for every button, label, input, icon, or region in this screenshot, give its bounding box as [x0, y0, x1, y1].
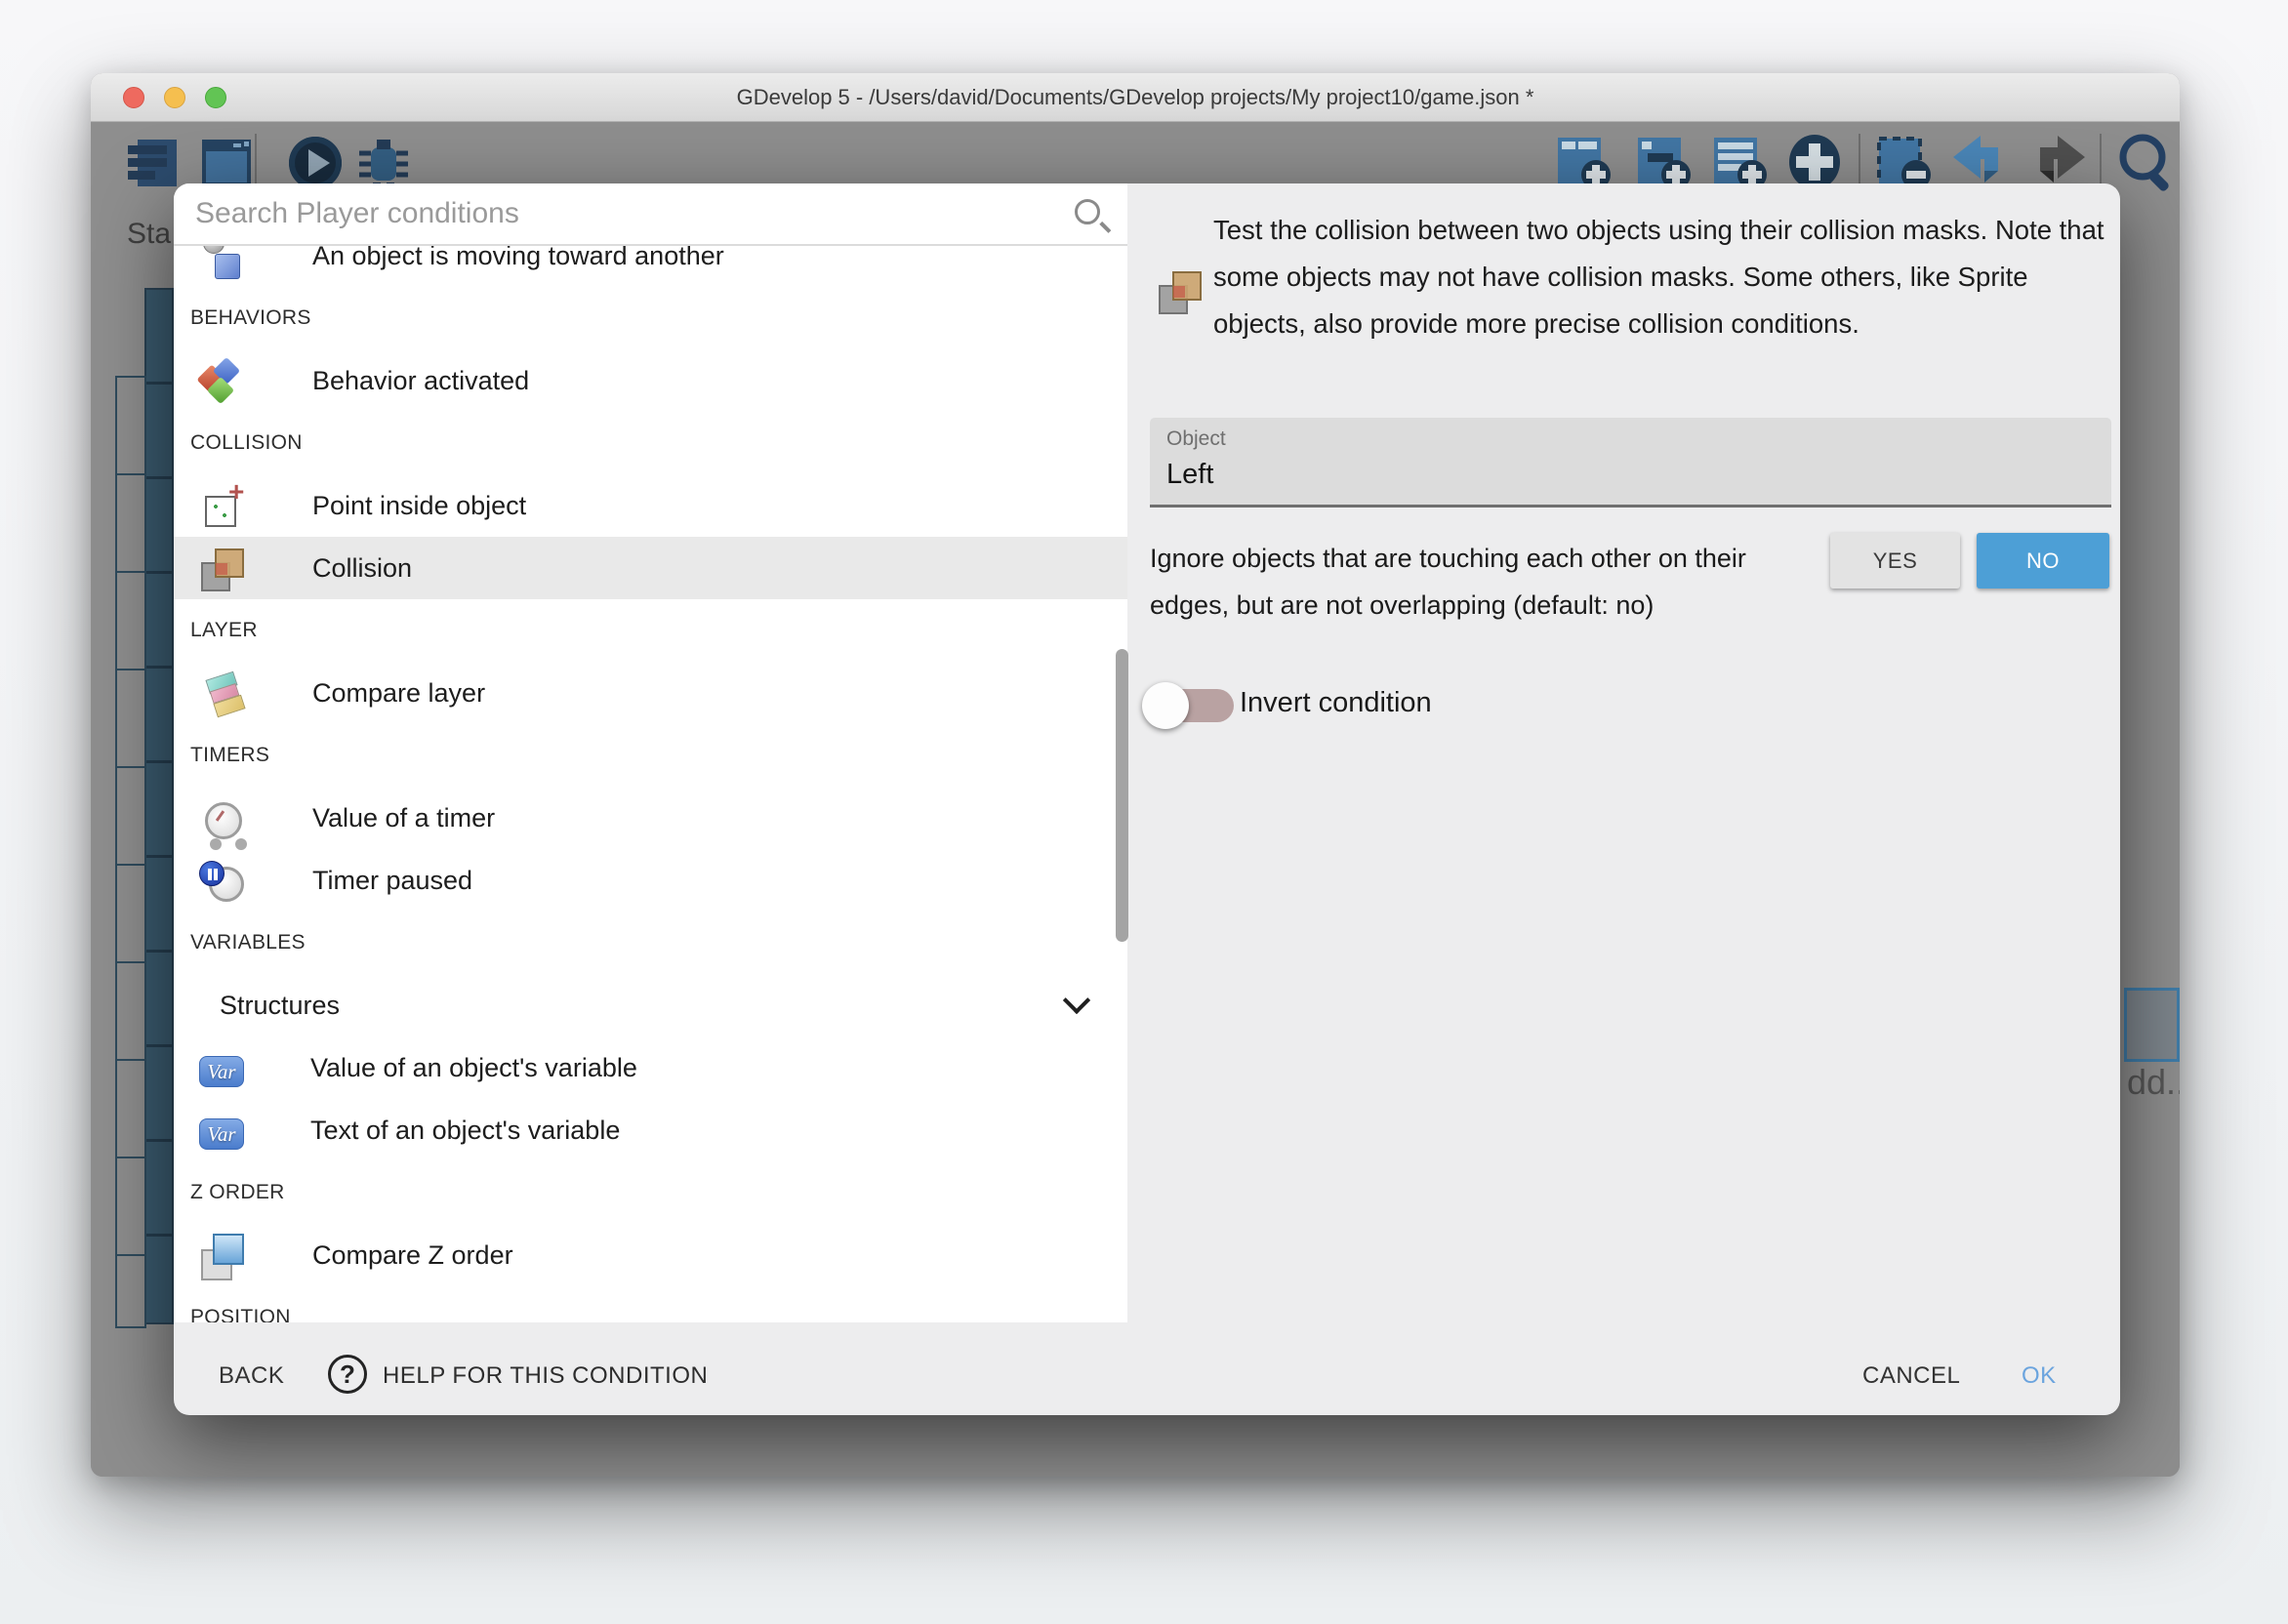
item-label: COLLISION [190, 431, 303, 455]
item-label: POSITION [190, 1306, 291, 1322]
compare-layer-icon [199, 670, 246, 716]
invert-condition-toggle[interactable] [1152, 689, 1234, 722]
cancel-button[interactable]: CANCEL [1862, 1354, 1960, 1399]
item-label: Point inside object [312, 491, 526, 521]
condition-description: Test the collision between two objects u… [1213, 207, 2111, 347]
condition-item-point-inside-object[interactable]: Point inside object [174, 474, 1127, 537]
item-label: Z ORDER [190, 1181, 285, 1204]
item-label: Compare layer [312, 678, 485, 709]
background-focused-field [2124, 988, 2180, 1062]
condition-item-structures[interactable]: Structures [174, 974, 1127, 1036]
timer-paused-icon [199, 857, 246, 904]
section-header-z-order: Z ORDER [174, 1161, 1127, 1224]
item-label: Value of an object's variable [310, 1053, 637, 1083]
condition-item-value-of-a-timer[interactable]: Value of a timer [174, 787, 1127, 849]
section-header-collision: COLLISION [174, 412, 1127, 474]
object-field[interactable]: Object Left [1150, 418, 2111, 508]
condition-item-value-of-an-object-s-variable[interactable]: Var Value of an object's variable [174, 1036, 1127, 1099]
toolbar-divider [1859, 134, 1860, 190]
background-event-rows [144, 288, 174, 1324]
item-label: An object is moving toward another [312, 246, 724, 271]
condition-item-compare-z-order[interactable]: Compare Z order [174, 1224, 1127, 1286]
timer-value-icon [199, 794, 246, 841]
toolbar-divider [255, 134, 257, 190]
section-header-layer: LAYER [174, 599, 1127, 662]
condition-rows: An object is moving toward another BEHAVI… [174, 246, 1127, 1322]
yes-button[interactable]: YES [1830, 533, 1960, 589]
condition-item-text-of-an-object-s-variable[interactable]: Var Text of an object's variable [174, 1099, 1127, 1161]
background-event-outlines [115, 376, 146, 1328]
item-label: Text of an object's variable [310, 1116, 620, 1146]
item-label: Value of a timer [312, 803, 495, 833]
object-field-label: Object [1166, 427, 1226, 451]
ok-button[interactable]: OK [2022, 1354, 2057, 1399]
section-header-position: POSITION [174, 1286, 1127, 1322]
section-header-variables: VARIABLES [174, 912, 1127, 974]
titlebar[interactable]: GDevelop 5 - /Users/david/Documents/GDev… [91, 73, 2180, 122]
search-bar[interactable]: Search Player conditions [174, 183, 1127, 246]
condition-item-collision[interactable]: Collision [174, 537, 1127, 599]
compare-z-order-icon [199, 1232, 246, 1279]
item-label: BEHAVIORS [190, 306, 311, 330]
item-label: VARIABLES [190, 931, 306, 954]
collision-icon [1157, 267, 1204, 314]
background-tab-label: Sta [127, 218, 171, 251]
condition-item-timer-paused[interactable]: Timer paused [174, 849, 1127, 912]
help-icon[interactable]: ? [328, 1355, 367, 1394]
background-add-label: dd... [2127, 1062, 2180, 1103]
toolbar-divider [2100, 134, 2102, 190]
chevron-down-icon [1063, 987, 1090, 1014]
section-header-timers: TIMERS [174, 724, 1127, 787]
item-label: Timer paused [312, 866, 472, 896]
toggle-knob[interactable] [1142, 682, 1189, 729]
list-scrollbar[interactable] [1116, 649, 1128, 942]
condition-item-an-object-is-moving-toward-another[interactable]: An object is moving toward another [174, 246, 1127, 287]
condition-item-behavior-activated[interactable]: Behavior activated [174, 349, 1127, 412]
window-title: GDevelop 5 - /Users/david/Documents/GDev… [91, 73, 2180, 122]
ignore-edges-text: Ignore objects that are touching each ot… [1150, 535, 1794, 629]
item-label: Behavior activated [312, 366, 529, 396]
point-inside-object-icon [199, 482, 246, 529]
search-events-icon[interactable] [2115, 132, 2172, 194]
help-button[interactable]: HELP FOR THIS CONDITION [383, 1354, 708, 1399]
invert-condition-label: Invert condition [1240, 687, 1432, 719]
collision-icon [199, 545, 246, 591]
item-label: TIMERS [190, 744, 269, 767]
variable-icon: Var [199, 1056, 244, 1087]
object-moving-toward-icon [199, 246, 246, 279]
search-input[interactable]: Search Player conditions [195, 183, 519, 244]
item-label: Collision [312, 553, 412, 584]
item-label: Structures [220, 991, 340, 1021]
object-field-value[interactable]: Left [1166, 459, 1213, 491]
no-button[interactable]: NO [1977, 533, 2109, 589]
back-button[interactable]: BACK [219, 1354, 284, 1399]
search-icon [1075, 199, 1100, 224]
condition-list[interactable]: An object is moving toward another BEHAVI… [174, 246, 1127, 1322]
condition-item-compare-layer[interactable]: Compare layer [174, 662, 1127, 724]
behavior-icon [199, 357, 246, 404]
condition-editor-dialog: Search Player conditions An object is mo… [174, 183, 2120, 1415]
item-label: Compare Z order [312, 1240, 513, 1271]
item-label: LAYER [190, 619, 258, 642]
section-header-behaviors: BEHAVIORS [174, 287, 1127, 349]
variable-icon: Var [199, 1118, 244, 1150]
project-manager-icon[interactable] [124, 132, 181, 194]
